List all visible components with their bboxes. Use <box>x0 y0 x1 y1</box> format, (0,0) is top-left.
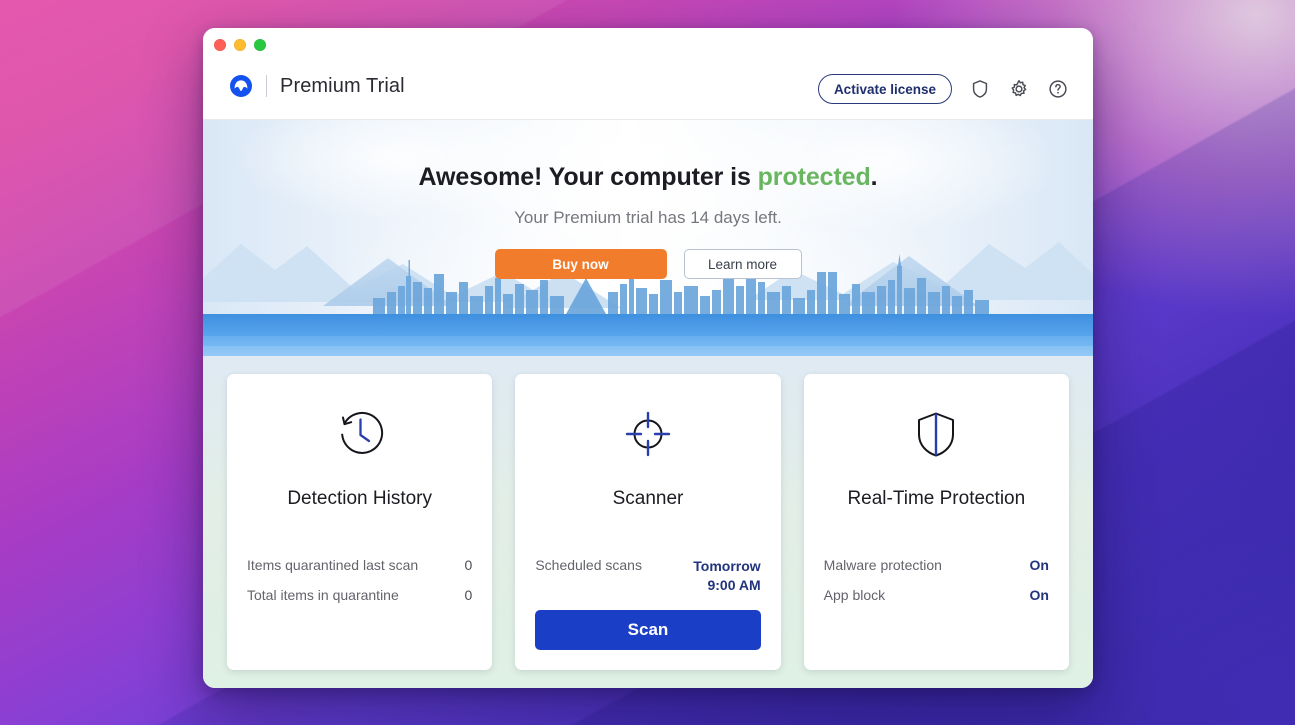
hero-status-word: protected <box>757 163 871 191</box>
card-real-time-protection[interactable]: Real-Time Protection Malware protection … <box>803 374 1069 670</box>
zoom-button[interactable] <box>254 39 266 51</box>
hero-headline-prefix: Awesome! Your computer is <box>418 163 758 191</box>
card-spacer <box>247 610 472 650</box>
buy-now-button[interactable]: Buy now <box>494 249 667 279</box>
crosshair-target-icon <box>625 411 671 457</box>
minimize-button[interactable] <box>234 39 246 51</box>
hero-headline: Awesome! Your computer is protected. <box>203 163 1093 192</box>
card-title: Real-Time Protection <box>847 488 1026 509</box>
hero-headline-suffix: . <box>870 163 878 191</box>
stat-label: Total items in quarantine <box>247 587 399 603</box>
clock-history-icon <box>340 411 383 454</box>
activate-license-button[interactable]: Activate license <box>817 74 952 104</box>
stat-value: On <box>1029 587 1049 603</box>
stat-value: Tomorrow 9:00 AM <box>693 558 761 593</box>
card-title: Detection History <box>287 488 432 509</box>
card-detection-history[interactable]: Detection History Items quarantined last… <box>227 374 493 670</box>
stat-label: Malware protection <box>823 557 942 573</box>
help-icon[interactable] <box>1047 78 1069 100</box>
shield-solid-icon <box>918 412 955 457</box>
app-window: Premium Trial Activate license Awesome! … <box>203 28 1093 688</box>
card-icon-wrap <box>824 402 1049 466</box>
card-scanner[interactable]: Scanner Scheduled scans Tomorrow 9:00 AM… <box>515 374 781 670</box>
stat-value: 0 <box>464 587 473 603</box>
stat-label: Items quarantined last scan <box>247 557 419 573</box>
toolbar-actions: Activate license <box>817 74 1069 104</box>
close-button[interactable] <box>214 39 226 51</box>
title-bar: Premium Trial Activate license <box>203 28 1093 120</box>
card-icon-wrap <box>247 402 472 466</box>
card-rows: Items quarantined last scan 0 Total item… <box>247 550 472 610</box>
scan-button[interactable]: Scan <box>535 609 761 650</box>
stat-row: App block On <box>824 580 1049 610</box>
card-rows: Malware protection On App block On <box>824 550 1049 610</box>
stat-row: Total items in quarantine 0 <box>247 580 472 610</box>
gear-icon[interactable] <box>1008 78 1030 100</box>
brand-separator <box>266 75 267 97</box>
window-controls <box>214 39 266 51</box>
card-title: Scanner <box>612 488 684 509</box>
hero-banner: Awesome! Your computer is protected. You… <box>203 120 1093 356</box>
stat-value: 0 <box>464 557 473 573</box>
stat-value: On <box>1029 557 1049 573</box>
malwarebytes-logo-icon <box>230 75 252 97</box>
hero-actions: Buy now Learn more <box>203 249 1093 279</box>
stat-row: Malware protection On <box>824 550 1049 580</box>
dashboard-cards: Detection History Items quarantined last… <box>203 356 1093 688</box>
stat-row: Items quarantined last scan 0 <box>247 550 472 580</box>
learn-more-button[interactable]: Learn more <box>683 249 802 279</box>
card-icon-wrap <box>535 402 760 466</box>
trial-subtitle: Your Premium trial has 14 days left. <box>514 208 782 227</box>
shield-icon[interactable] <box>969 78 991 100</box>
brand: Premium Trial <box>229 74 405 98</box>
card-spacer <box>824 610 1049 650</box>
card-rows: Scheduled scans Tomorrow 9:00 AM <box>535 550 760 602</box>
stat-label: App block <box>823 587 886 603</box>
hero-content: Awesome! Your computer is protected. You… <box>203 120 1093 279</box>
stat-row: Scheduled scans Tomorrow 9:00 AM <box>535 550 760 602</box>
stat-label: Scheduled scans <box>535 557 642 573</box>
app-title: Premium Trial <box>280 74 405 97</box>
